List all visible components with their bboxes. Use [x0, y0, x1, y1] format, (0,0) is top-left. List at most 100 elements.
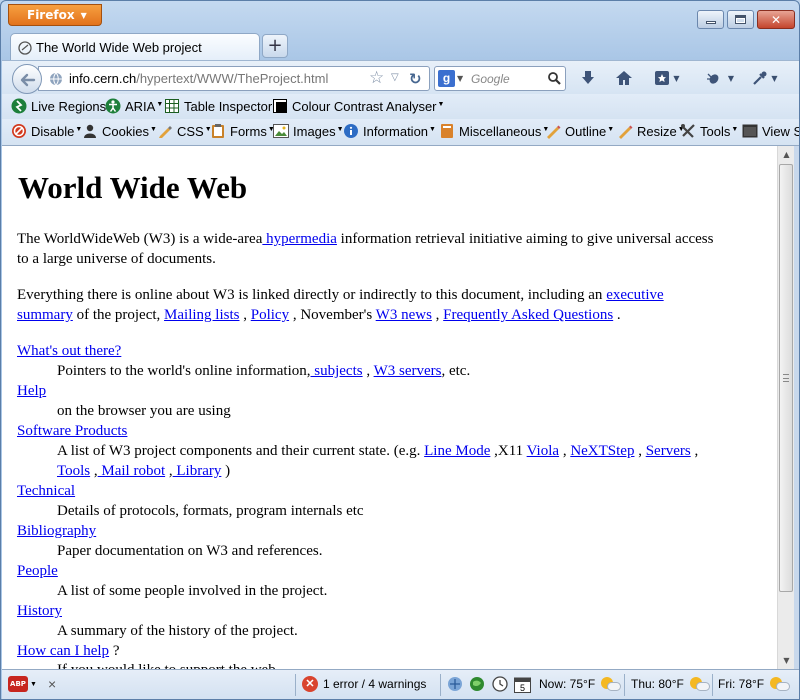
- bookmark-star-icon[interactable]: ☆: [369, 68, 384, 88]
- home-icon[interactable]: [614, 68, 634, 88]
- desc-text: ,: [165, 463, 173, 479]
- link-w3-news[interactable]: W3 news: [376, 307, 432, 323]
- webdev-tools-menu[interactable]: Tools ▼: [680, 123, 738, 139]
- desc-text: ,: [634, 443, 646, 459]
- tab-label: The World Wide Web project: [36, 40, 202, 55]
- webdev-css-menu[interactable]: CSS ▼: [157, 123, 212, 139]
- link-servers[interactable]: Servers: [646, 443, 691, 459]
- reload-icon[interactable]: ↻: [409, 70, 422, 88]
- link-mailing-lists[interactable]: Mailing lists: [164, 307, 239, 323]
- forms-clipboard-icon: [210, 123, 226, 139]
- link-viola[interactable]: Viola: [527, 443, 559, 459]
- bookmark-table-inspector[interactable]: Table Inspector: [164, 98, 272, 114]
- bookmark-live-regions[interactable]: Live Regions: [11, 98, 106, 114]
- link-hypermedia[interactable]: hypermedia: [262, 231, 337, 247]
- link-technical[interactable]: Technical: [17, 483, 75, 499]
- search-engine-dropdown-icon[interactable]: ▼: [457, 74, 463, 83]
- url-dropdown-icon[interactable]: ▽: [391, 72, 399, 83]
- webdev-outline-menu[interactable]: Outline ▼: [545, 123, 614, 139]
- intro-paragraph: The WorldWideWeb (W3) is a wide-area hyp…: [17, 229, 767, 269]
- weather-now[interactable]: Now: 75°F: [539, 676, 622, 692]
- term-how-can-i-help: How can I help ?: [17, 641, 767, 661]
- adblock-button[interactable]: ABP ▼: [8, 676, 37, 692]
- google-engine-icon[interactable]: g: [438, 70, 455, 87]
- link-how-can-i-help[interactable]: How can I help: [17, 643, 109, 659]
- webdev-label: CSS: [177, 123, 204, 139]
- bookmark-aria[interactable]: ARIA ▼: [105, 98, 163, 114]
- link-help[interactable]: Help: [17, 383, 46, 399]
- desc-text: ,: [559, 443, 571, 459]
- partly-sunny-icon: [599, 676, 622, 692]
- scroll-down-icon[interactable]: ▼: [778, 652, 795, 669]
- webdev-disable-menu[interactable]: Disable ▼: [11, 123, 82, 139]
- link-policy[interactable]: Policy: [251, 307, 289, 323]
- link-summary[interactable]: summary: [17, 307, 73, 323]
- link-bibliography[interactable]: Bibliography: [17, 523, 96, 539]
- firebug-icon[interactable]: [698, 68, 728, 88]
- calendar-icon[interactable]: 5: [514, 676, 531, 693]
- link-line-mode[interactable]: Line Mode: [424, 443, 490, 459]
- link-faq[interactable]: Frequently Asked Questions: [443, 307, 613, 323]
- term-bibliography: Bibliography: [17, 521, 767, 541]
- link-history[interactable]: History: [17, 603, 62, 619]
- bookmark-label: Colour Contrast Analyser: [292, 98, 437, 114]
- link-nextstep[interactable]: NeXTStep: [570, 443, 634, 459]
- webdev-cookies-menu[interactable]: Cookies ▼: [82, 123, 157, 139]
- link-whats-out-there[interactable]: What's out there?: [17, 343, 121, 359]
- scrollbar-thumb[interactable]: [779, 164, 793, 592]
- webdev-resize-menu[interactable]: Resize ▼: [617, 123, 685, 139]
- back-button[interactable]: [12, 64, 42, 94]
- error-count-text: 1 error / 4 warnings: [323, 677, 427, 691]
- webdev-images-menu[interactable]: Images ▼: [273, 123, 344, 139]
- link-subjects[interactable]: subjects: [311, 363, 362, 379]
- miscellaneous-icon: [439, 123, 455, 139]
- search-input[interactable]: Google: [471, 72, 510, 86]
- url-bar[interactable]: info.cern.ch/hypertext/WWW/TheProject.ht…: [38, 66, 430, 91]
- desc-text: ,: [362, 363, 374, 379]
- network-status-icon[interactable]: [447, 676, 463, 692]
- link-mail-robot[interactable]: Mail robot: [98, 463, 165, 479]
- link-executive[interactable]: executive: [606, 287, 663, 303]
- link-library[interactable]: Library: [173, 463, 221, 479]
- minimize-button[interactable]: [697, 10, 724, 29]
- tab-the-world-wide-web-project[interactable]: The World Wide Web project: [10, 33, 260, 61]
- scroll-up-icon[interactable]: ▲: [778, 146, 795, 163]
- desc-text: A list of W3 project components and thei…: [57, 443, 425, 459]
- link-software-products[interactable]: Software Products: [17, 423, 127, 439]
- link-tools[interactable]: Tools: [57, 463, 90, 479]
- firebug-dropdown-icon[interactable]: ▼: [726, 68, 736, 88]
- error-console-status[interactable]: ✕ 1 error / 4 warnings: [302, 676, 426, 692]
- search-bar[interactable]: g ▼ Google: [434, 66, 566, 91]
- overview-text: ,: [239, 307, 251, 323]
- downloads-icon[interactable]: [578, 68, 598, 88]
- vertical-scrollbar[interactable]: ▲ ▼: [777, 146, 794, 669]
- weather-thursday[interactable]: Thu: 80°F: [631, 676, 710, 692]
- webdev-miscellaneous-menu[interactable]: Miscellaneous ▼: [439, 123, 549, 139]
- webdev-information-menu[interactable]: Information ▼: [343, 123, 436, 139]
- new-tab-button[interactable]: +: [262, 34, 288, 58]
- webdev-label: Resize: [637, 123, 677, 139]
- css-pencil-icon: [157, 123, 173, 139]
- status-divider: [440, 674, 441, 696]
- close-window-button[interactable]: ✕: [757, 10, 795, 29]
- desc-text: ,: [90, 463, 98, 479]
- green-globe-icon[interactable]: [469, 676, 485, 692]
- browser-window: Firefox ▼ ✕ The World Wide Web project + …: [0, 0, 800, 700]
- close-addon-bar-button[interactable]: ×: [48, 676, 56, 692]
- firefox-menu-button[interactable]: Firefox ▼: [8, 4, 102, 26]
- bookmarks-menu-icon[interactable]: ▼: [652, 68, 682, 88]
- url-text: info.cern.ch/hypertext/WWW/TheProject.ht…: [69, 71, 329, 86]
- maximize-button[interactable]: [727, 10, 754, 29]
- webdev-view-source-menu[interactable]: View S: [742, 123, 799, 139]
- webdev-forms-menu[interactable]: Forms ▼: [210, 123, 275, 139]
- status-bar: ABP ▼ × ✕ 1 error / 4 warnings 5 Now: 75°F…: [2, 669, 799, 699]
- overview-paragraph: Everything there is online about W3 is l…: [17, 285, 767, 325]
- weather-friday[interactable]: Fri: 78°F: [718, 676, 791, 692]
- search-icon[interactable]: [547, 71, 562, 86]
- clock-icon[interactable]: [492, 676, 508, 692]
- eyedropper-icon[interactable]: ▼: [750, 68, 780, 88]
- link-w3-servers[interactable]: W3 servers: [374, 363, 442, 379]
- bookmark-label: ARIA: [125, 98, 156, 114]
- link-people[interactable]: People: [17, 563, 58, 579]
- bookmark-colour-contrast-analyser[interactable]: Colour Contrast Analyser ▼: [272, 98, 444, 114]
